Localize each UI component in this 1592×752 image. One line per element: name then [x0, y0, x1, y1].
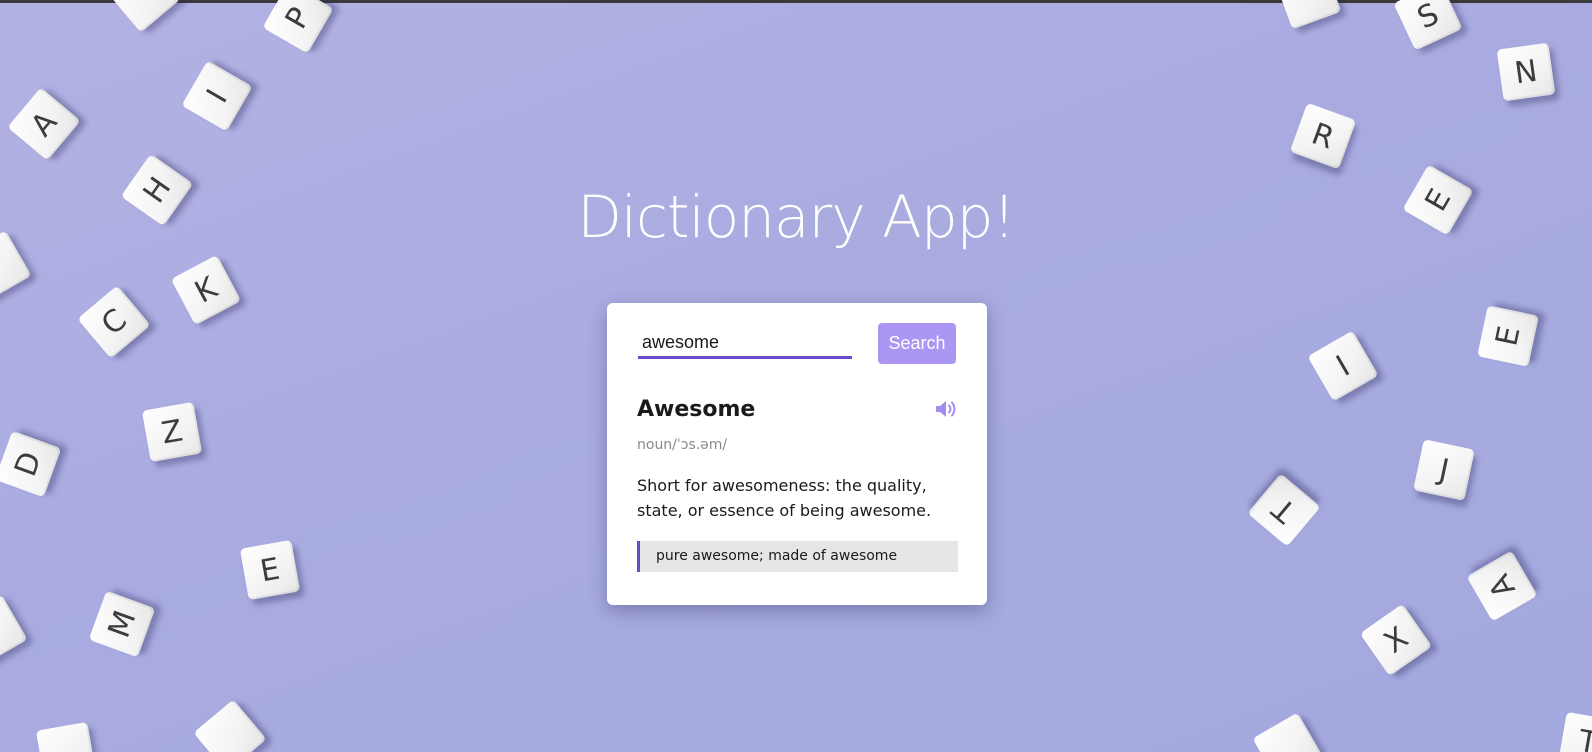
- result-word: Awesome: [637, 397, 756, 422]
- letter-tile: Z: [141, 401, 203, 463]
- speaker-volume-icon[interactable]: [934, 398, 958, 420]
- result-meaning: Short for awesomeness: the quality, stat…: [637, 476, 932, 520]
- search-input[interactable]: [638, 329, 852, 359]
- letter-tile: S: [1393, 0, 1463, 51]
- letter-tile: E: [239, 539, 301, 601]
- letter-tile: A: [7, 87, 81, 161]
- blank-tile: [35, 721, 97, 752]
- page-title: Dictionary App!: [577, 183, 1015, 251]
- letter-tile: M: [88, 590, 156, 658]
- dictionary-card: Search Awesome noun/ˈɔs.əm/ Short for aw…: [607, 303, 987, 605]
- letter-tile: X: [1359, 603, 1433, 677]
- blank-tile: [1274, 0, 1342, 30]
- letter-tile: D: [0, 430, 62, 498]
- letter-tile: T: [1247, 473, 1321, 547]
- letter-tile: T: [1557, 711, 1592, 752]
- letter-tile: C: [77, 285, 151, 359]
- letter-tile: E: [1477, 305, 1539, 367]
- letter-tile: N: [1496, 42, 1556, 102]
- search-button[interactable]: Search: [878, 323, 956, 364]
- blank-tile: [107, 0, 181, 33]
- result-phonetic: noun/ˈɔs.əm/: [637, 437, 728, 453]
- letter-tile: I: [181, 60, 253, 132]
- blank-tile: [193, 699, 267, 752]
- letter-tile: A: [1466, 550, 1538, 622]
- letter-tile: J: [1413, 439, 1475, 501]
- letter-tile: I: [1307, 330, 1379, 402]
- result-example: pure awesome; made of awesome: [637, 541, 958, 572]
- letter-tile: R: [1289, 102, 1357, 170]
- letter-tile: P: [262, 0, 334, 54]
- blank-tile: [0, 594, 28, 666]
- letter-tile: K: [170, 254, 242, 326]
- blank-tile: [1252, 712, 1324, 752]
